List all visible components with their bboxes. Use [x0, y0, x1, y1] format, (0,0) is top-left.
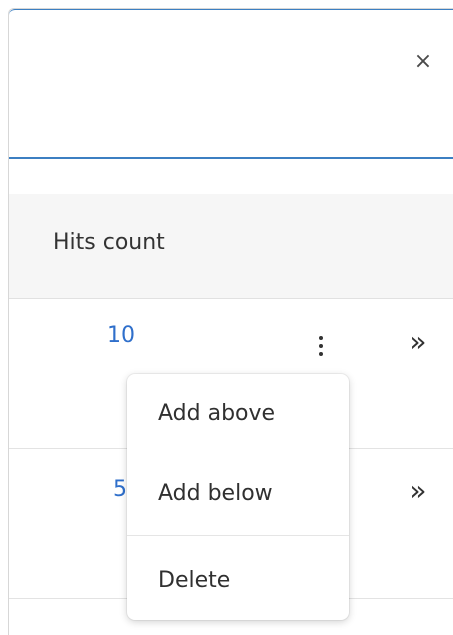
table-header: Hits count	[9, 194, 453, 299]
hits-count-column-header: Hits count	[53, 230, 165, 255]
row-context-menu: Add above Add below Delete	[127, 374, 349, 620]
panel-header: ×	[9, 9, 453, 159]
hits-count-value[interactable]: 10	[107, 323, 135, 348]
menu-dot	[319, 336, 323, 340]
menu-dot	[319, 352, 323, 356]
delete-menu-item[interactable]: Delete	[127, 545, 349, 617]
double-chevron-right-icon[interactable]: »	[404, 477, 432, 505]
add-below-menu-item[interactable]: Add below	[127, 458, 349, 530]
more-vertical-icon[interactable]	[309, 333, 333, 363]
close-icon[interactable]: ×	[413, 51, 433, 73]
menu-dot	[319, 344, 323, 348]
menu-divider	[127, 535, 349, 536]
add-above-menu-item[interactable]: Add above	[127, 378, 349, 450]
hits-count-value[interactable]: 5	[113, 477, 127, 502]
double-chevron-right-icon[interactable]: »	[404, 328, 432, 356]
